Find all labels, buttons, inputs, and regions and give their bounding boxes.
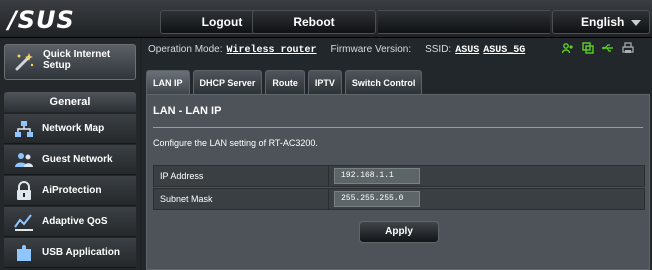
general-section-title: General: [4, 92, 136, 112]
sidebar-item-aiprotection[interactable]: AiProtection: [4, 176, 136, 206]
subnet-mask-field[interactable]: 255.255.255.0: [334, 191, 420, 207]
chevron-down-icon: [631, 20, 641, 26]
ssid-link-5g[interactable]: ASUS_5G: [483, 45, 525, 56]
sidebar: Quick Internet Setup General Network Map…: [0, 38, 140, 270]
sidebar-item-usb-application[interactable]: USB Application: [4, 238, 136, 268]
sidebar-item-adaptive-qos[interactable]: Adaptive QoS: [4, 207, 136, 237]
lan-ip-panel: LAN - LAN IP Configure the LAN setting o…: [146, 94, 650, 270]
sidebar-item-label: Guest Network: [42, 154, 113, 165]
main-content: Operation Mode: Wireless router Firmware V…: [142, 38, 652, 270]
ip-address-row: IP Address 192.168.1.1: [153, 165, 645, 187]
usb-status-icon[interactable]: [602, 42, 614, 54]
sidebar-item-label: Network Map: [42, 123, 105, 134]
qos-graph-icon: [14, 214, 33, 231]
lock-icon: [17, 181, 31, 200]
status-bar: Operation Mode: Wireless router Firmware V…: [148, 44, 525, 56]
tab-iptv[interactable]: IPTV: [307, 70, 342, 94]
operation-mode-link[interactable]: Wireless router: [227, 45, 317, 56]
apply-button[interactable]: Apply: [359, 221, 439, 243]
tab-switch-control[interactable]: Switch Control: [344, 70, 423, 94]
language-label: English: [581, 15, 625, 29]
sidebar-item-label: AiProtection: [42, 185, 102, 196]
quick-internet-setup-button[interactable]: Quick Internet Setup: [4, 44, 136, 80]
internet-status-icon[interactable]: [582, 42, 594, 54]
top-bar-spacer: [378, 10, 550, 34]
sidebar-item-label: USB Application: [42, 247, 120, 258]
status-icons: [562, 42, 634, 54]
operation-mode-label: Operation Mode:: [148, 44, 223, 55]
language-select[interactable]: English: [552, 10, 650, 34]
puzzle-icon: [17, 245, 31, 261]
tab-lan-ip[interactable]: LAN IP: [146, 70, 190, 94]
quick-internet-setup-label: Quick Internet Setup: [43, 49, 111, 71]
firmware-version-label: Firmware Version:: [330, 44, 412, 55]
tab-route[interactable]: Route: [265, 70, 305, 94]
ssid-label: SSID:: [425, 44, 452, 55]
tab-dhcp-server[interactable]: DHCP Server: [192, 70, 263, 94]
sidebar-item-guest-network[interactable]: Guest Network: [4, 145, 136, 175]
panel-description: Configure the LAN setting of RT-AC3200.: [153, 138, 318, 148]
ip-address-field[interactable]: 192.168.1.1: [334, 168, 420, 184]
top-bar: /SUS Logout Reboot English: [0, 0, 652, 38]
sidebar-item-network-map[interactable]: Network Map: [4, 114, 136, 144]
reboot-button[interactable]: Reboot: [252, 10, 376, 34]
subnet-mask-row: Subnet Mask 255.255.255.0: [153, 188, 645, 210]
ssid-link-2g[interactable]: ASUS: [455, 45, 479, 56]
magic-wand-icon: [15, 53, 34, 71]
asus-logo: /SUS: [8, 6, 75, 34]
subnet-mask-label: Subnet Mask: [160, 194, 213, 204]
panel-title: LAN - LAN IP: [153, 105, 222, 117]
client-status-icon[interactable]: [562, 42, 574, 54]
lan-tabs: LAN IP DHCP Server Route IPTV Switch Con…: [146, 70, 423, 94]
guest-users-icon: [15, 153, 33, 167]
title-divider: [153, 127, 643, 128]
sidebar-item-label: Adaptive QoS: [42, 216, 108, 227]
ip-address-label: IP Address: [160, 171, 204, 181]
printer-status-icon[interactable]: [622, 42, 634, 54]
network-map-icon: [15, 121, 33, 137]
